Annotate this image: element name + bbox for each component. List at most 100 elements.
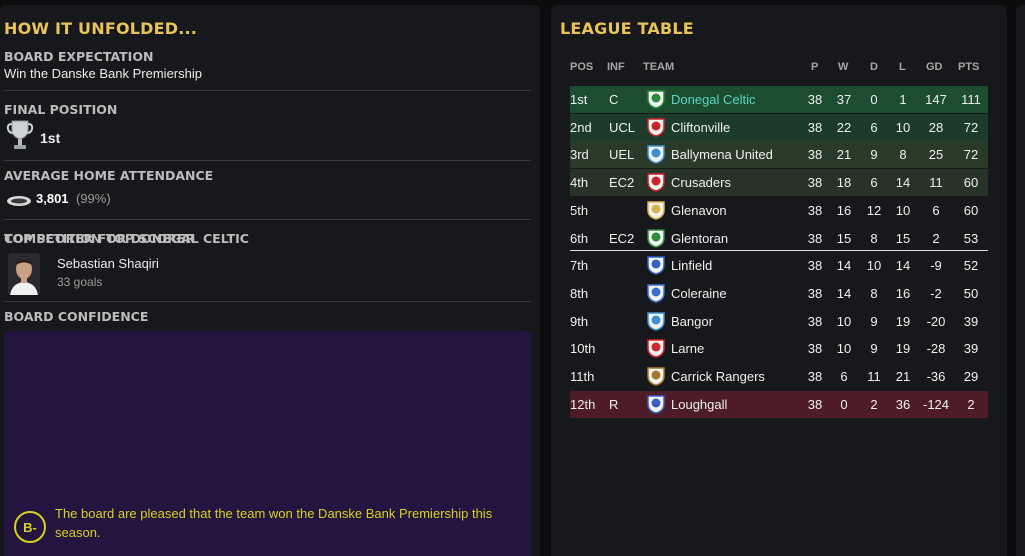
table-row[interactable]: 1st C Donegal Celtic 38 37 0 1 147 111	[570, 86, 988, 113]
lost-cell: 19	[895, 313, 911, 329]
points-cell: 72	[963, 147, 979, 163]
position-cell: 8th	[570, 285, 589, 301]
table-row[interactable]: 4th EC2 Crusaders 38 18 6 14 11 60	[570, 169, 988, 197]
header-l[interactable]: L	[899, 61, 906, 73]
points-cell: 52	[963, 258, 979, 274]
team-name-cell[interactable]: Cliftonville	[671, 120, 730, 135]
top-scorer-label: COMPETITION TOP SCORER TOP SCORER FOR DO…	[4, 231, 304, 247]
info-cell: C	[609, 92, 619, 107]
team-name-cell[interactable]: Larne	[671, 341, 704, 356]
position-cell: 3rd	[570, 147, 589, 163]
team-name-cell[interactable]: Crusaders	[671, 175, 731, 190]
drawn-cell: 11	[867, 369, 881, 384]
team-name-cell[interactable]: Loughgall	[671, 397, 727, 412]
table-row[interactable]: 10th Larne 38 10 9 19 -28 39	[570, 335, 988, 362]
club-badge-icon	[647, 145, 665, 165]
table-row[interactable]: 5th Glenavon 38 16 12 10 6 60	[570, 197, 988, 224]
position-cell: 7th	[570, 258, 589, 274]
header-d[interactable]: D	[870, 61, 878, 73]
drawn-cell: 6	[870, 119, 878, 135]
header-inf[interactable]: INF	[607, 61, 625, 73]
won-cell: 16	[836, 202, 852, 218]
stadium-icon	[7, 196, 31, 206]
lost-cell: 15	[895, 230, 911, 246]
points-cell: 53	[963, 230, 979, 246]
player-avatar[interactable]	[8, 253, 40, 295]
club-badge-icon	[647, 311, 665, 331]
team-name-cell[interactable]: Donegal Celtic	[671, 92, 756, 107]
goal-difference-cell: -9	[930, 258, 942, 274]
goal-difference-cell: -2	[930, 285, 942, 301]
team-name-cell[interactable]: Ballymena United	[671, 147, 773, 162]
final-position-label: FINAL POSITION	[4, 102, 118, 117]
won-cell: 0	[840, 396, 848, 412]
won-cell: 10	[836, 313, 852, 329]
drawn-cell: 8	[870, 230, 878, 246]
top-scorer-name[interactable]: Sebastian Shaqiri	[57, 256, 159, 271]
header-pts[interactable]: PTS	[958, 61, 979, 73]
team-name-cell[interactable]: Bangor	[671, 314, 713, 329]
won-cell: 22	[836, 119, 852, 135]
table-row[interactable]: 9th Bangor 38 10 9 19 -20 39	[570, 308, 988, 335]
played-cell: 38	[807, 285, 823, 301]
final-position-value: 1st	[40, 130, 61, 146]
points-cell: 39	[963, 341, 979, 357]
table-row[interactable]: 7th Linfield 38 14 10 14 -9 52	[570, 252, 988, 279]
confidence-grade-badge: B-	[14, 511, 46, 543]
board-confidence-box: B- The board are pleased that the team w…	[4, 331, 531, 556]
table-row[interactable]: 6th EC2 Glentoran 38 15 8 15 2 53	[570, 225, 988, 252]
table-row[interactable]: 3rd UEL Ballymena United 38 21 9 8 25 72	[570, 141, 988, 169]
drawn-cell: 2	[870, 396, 878, 412]
team-name-cell[interactable]: Carrick Rangers	[671, 369, 765, 384]
lost-cell: 16	[895, 285, 911, 301]
won-cell: 18	[836, 175, 852, 191]
info-cell: EC2	[609, 175, 635, 191]
goal-difference-cell: 147	[925, 92, 947, 107]
goal-difference-cell: -20	[926, 313, 946, 329]
points-cell: 60	[963, 202, 979, 218]
table-cutoff-line	[570, 250, 988, 251]
header-p[interactable]: P	[811, 61, 818, 73]
goal-difference-cell: 25	[928, 147, 944, 163]
header-team[interactable]: TEAM	[643, 61, 674, 73]
goal-difference-cell: -124	[922, 396, 950, 412]
goal-difference-cell: -36	[926, 369, 946, 384]
drawn-cell: 6	[870, 175, 878, 191]
won-cell: 21	[836, 147, 852, 163]
played-cell: 38	[807, 258, 823, 274]
won-cell: 10	[836, 341, 852, 357]
played-cell: 38	[807, 396, 823, 412]
info-cell: EC2	[609, 230, 635, 246]
team-name-cell[interactable]: Coleraine	[671, 286, 727, 301]
played-cell: 38	[807, 369, 823, 384]
attendance-value: 3,801	[36, 191, 69, 206]
points-cell: 50	[963, 285, 979, 301]
table-row[interactable]: 12th R Loughgall 38 0 2 36 -124 2	[570, 390, 988, 418]
drawn-cell: 8	[870, 285, 878, 301]
team-name-cell[interactable]: Glentoran	[671, 231, 728, 246]
played-cell: 38	[807, 202, 823, 218]
club-badge-icon	[647, 256, 665, 275]
club-badge-icon	[647, 173, 665, 192]
table-row[interactable]: 8th Coleraine 38 14 8 16 -2 50	[570, 280, 988, 307]
header-w[interactable]: W	[838, 61, 848, 73]
goal-difference-cell: -28	[926, 341, 946, 357]
header-pos[interactable]: POS	[570, 61, 593, 73]
league-table-title: LEAGUE TABLE	[560, 19, 694, 38]
position-cell: 9th	[570, 313, 589, 329]
played-cell: 38	[807, 313, 823, 329]
lost-cell: 14	[895, 258, 911, 274]
points-cell: 39	[963, 313, 979, 329]
club-badge-icon	[647, 201, 665, 220]
header-gd[interactable]: GD	[926, 61, 943, 73]
drawn-cell: 10	[866, 258, 882, 274]
team-name-cell[interactable]: Glenavon	[671, 203, 727, 218]
table-row[interactable]: 11th Carrick Rangers 38 6 11 21 -36 29	[570, 363, 988, 390]
won-cell: 15	[836, 230, 852, 246]
played-cell: 38	[807, 147, 823, 163]
divider	[4, 301, 531, 302]
team-name-cell[interactable]: Linfield	[671, 258, 712, 273]
won-cell: 37	[836, 92, 852, 107]
lost-cell: 36	[895, 396, 911, 412]
table-row[interactable]: 2nd UCL Cliftonville 38 22 6 10 28 72	[570, 113, 988, 141]
